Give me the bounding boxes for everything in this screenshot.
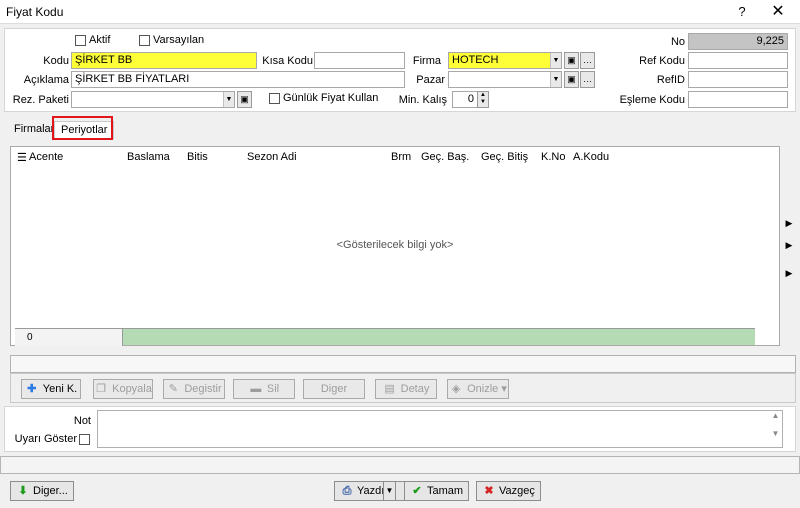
uyari-goster-checkbox[interactable] [79,434,90,445]
check-icon: ✔ [412,485,422,497]
aciklama-label: Açıklama [23,74,69,86]
gunluk-fiyat-checkbox[interactable] [269,93,280,104]
detay-button[interactable]: ▤ Detay [375,379,437,399]
refid-field[interactable] [688,71,788,88]
tab-highlight-outline [52,116,113,140]
column-header-bitis[interactable]: Bitis [187,151,208,163]
grid-toolbar: ✚ Yeni K. ❐ Kopyala ✎ Degistir ▬ Sil Diger ▤… [10,373,796,403]
degistir-button[interactable]: ✎ Degistir [163,379,225,399]
rez-paketi-select[interactable] [71,91,235,108]
grid-footer-count: 0 [15,329,123,346]
detail-icon: ▤ [384,383,395,395]
firma-more-icon[interactable]: … [580,52,595,69]
arrow-right-icon[interactable]: ▶ [784,218,794,229]
gunluk-fiyat-label: Günlük Fiyat Kullan [283,92,379,104]
pazar-dropdown-icon[interactable]: ▼ [550,72,561,87]
no-label: No [670,36,685,48]
column-header-gec-bitis[interactable]: Geç. Bitiş [481,151,528,163]
aktif-label: Aktif [89,34,111,46]
yeni-button[interactable]: ✚ Yeni K. [21,379,81,399]
header-form: Aktif Varsayılan Kodu ŞİRKET BB Açıklama… [4,28,796,112]
kodu-field[interactable]: ŞİRKET BB [71,52,257,69]
diger-bottom-button[interactable]: ⬇ Diger... [10,481,74,501]
uyari-goster-label: Uyarı Göster [14,433,77,445]
column-header-akodu[interactable]: A.Kodu [573,151,609,163]
aktif-checkbox[interactable] [75,35,86,46]
chevron-down-icon: ▾ [498,383,507,395]
column-header-baslama[interactable]: Baslama [127,151,170,163]
pazar-lookup-icon[interactable]: ▣ [564,71,579,88]
ref-kodu-label: Ref Kodu [639,55,685,67]
help-button[interactable]: ? [732,2,752,22]
yazdir-dropdown-icon[interactable]: ▼ [383,481,396,501]
varsayilan-label: Varsayılan [153,34,205,46]
column-header-acente[interactable]: Acente [29,151,63,163]
note-scrollbar[interactable]: ▲ ▼ [769,411,782,447]
firma-dropdown-icon[interactable]: ▼ [550,53,561,68]
column-chooser-icon[interactable]: ☰ [17,151,27,164]
grid-empty-message: <Gösterilecek bilgi yok> [336,239,454,251]
rez-paketi-dropdown-icon[interactable]: ▼ [223,92,234,107]
yazdir-button[interactable]: ⎙ Yazdır [334,481,407,501]
preview-icon: ◈ [451,383,461,395]
column-header-sezon-adi[interactable]: Sezon Adi [247,151,297,163]
tamam-button[interactable]: ✔ Tamam [404,481,470,501]
grid-footer-row: 0 [15,328,755,346]
pazar-more-icon[interactable]: … [580,71,595,88]
kodu-label: Kodu [43,55,69,67]
onizle-button[interactable]: ◈ Onizle ▾ [447,379,509,399]
aciklama-field[interactable]: ŞİRKET BB FİYATLARI [71,71,405,88]
filter-bar [10,355,796,373]
rez-paketi-lookup-icon[interactable]: ▣ [237,91,252,108]
esleme-kodu-label: Eşleme Kodu [619,94,685,106]
arrow-right-icon[interactable]: ▶ [784,240,794,251]
pazar-label: Pazar [416,74,445,86]
kopyala-button[interactable]: ❐ Kopyala [93,379,153,399]
column-header-brm[interactable]: Brm [391,151,411,163]
arrow-right-icon[interactable]: ▶ [784,268,794,279]
varsayilan-checkbox[interactable] [139,35,150,46]
title-bar: Fiyat Kodu ? ✕ [0,0,800,24]
vazgec-button[interactable]: ✖ Vazgeç [476,481,541,501]
refid-label: RefID [656,74,685,86]
close-button[interactable]: ✕ [764,2,792,22]
tab-strip: Firmalar Periyotlar [4,118,796,140]
side-scroll-arrows: ▶ ▶ ▶ [782,212,796,282]
diger-button[interactable]: Diger [303,379,365,399]
copy-icon: ❐ [96,383,107,395]
column-header-kno[interactable]: K.No [541,151,565,163]
rez-paketi-label: Rez. Paketi [12,94,69,106]
ref-kodu-field[interactable] [688,52,788,69]
firma-lookup-icon[interactable]: ▣ [564,52,579,69]
sil-button[interactable]: ▬ Sil [233,379,295,399]
periods-grid: ☰ Acente Baslama Bitis Sezon Adi Brm Geç… [10,146,780,346]
plus-icon: ✚ [27,383,37,395]
note-textarea[interactable]: ▲ ▼ [97,410,783,448]
firma-select[interactable]: HOTECH [448,52,562,69]
delete-icon: ▬ [250,383,262,395]
min-kalis-label: Min. Kalış [398,94,447,106]
min-kalis-field[interactable]: 0 [452,91,478,108]
status-bar [0,456,800,474]
arrow-down-icon: ⬇ [18,485,28,497]
esleme-kodu-field[interactable] [688,91,788,108]
min-kalis-spinner-icon[interactable]: ▲ ▼ [477,91,489,108]
kisa-kodu-label: Kısa Kodu [262,55,313,67]
column-header-gec-bas[interactable]: Geç. Baş. [421,151,469,163]
edit-icon: ✎ [168,383,178,395]
not-label: Not [73,415,91,427]
print-icon: ⎙ [342,485,352,497]
window-title: Fiyat Kodu [6,5,64,19]
cancel-icon: ✖ [484,485,494,497]
note-panel: Not Uyarı Göster ▲ ▼ [4,406,796,452]
firma-label: Firma [412,55,441,67]
no-field: 9,225 [688,33,788,50]
pazar-select[interactable] [448,71,562,88]
